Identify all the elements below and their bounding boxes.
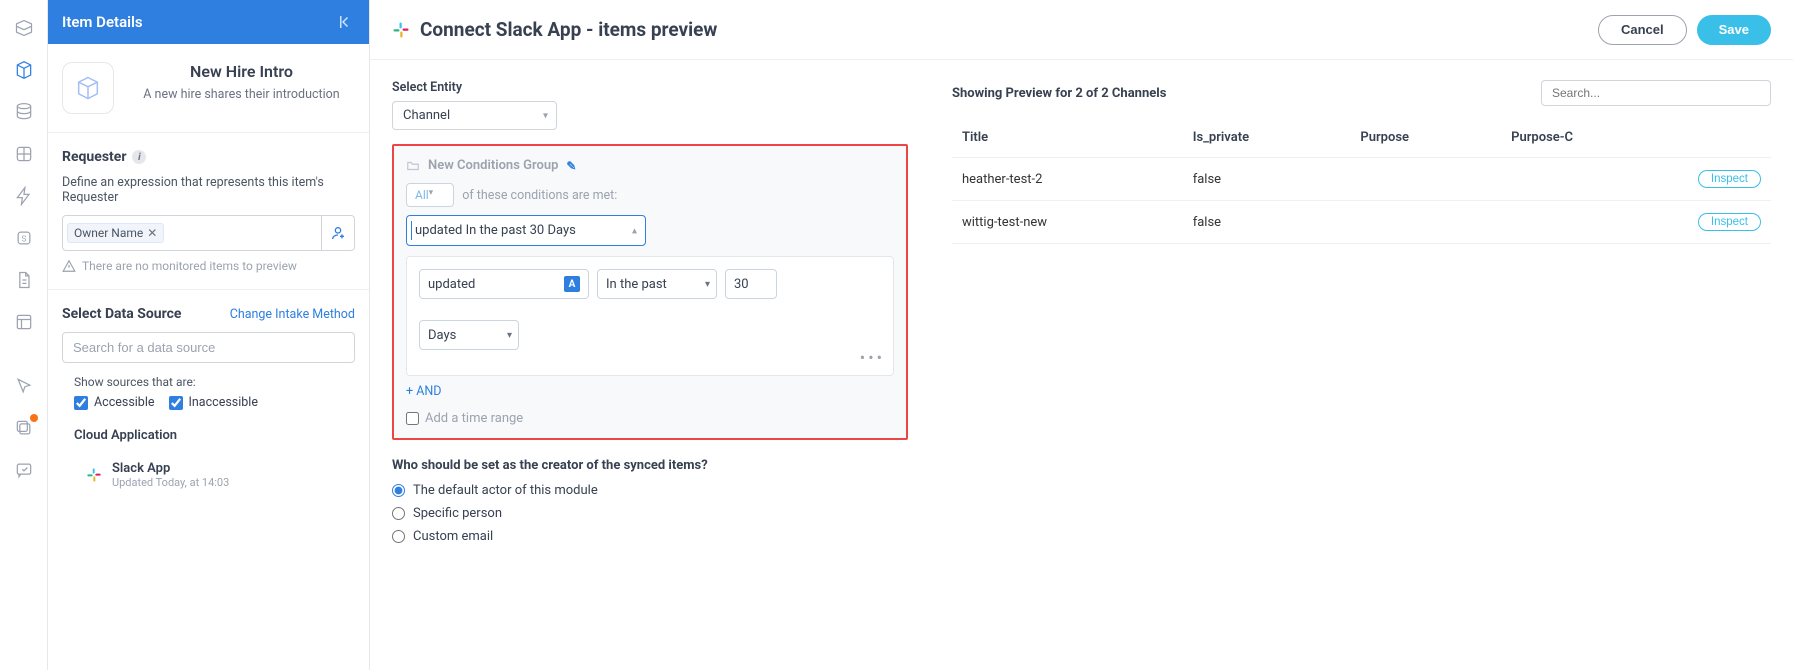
datasource-search-input[interactable]	[62, 332, 355, 363]
slack-icon	[392, 21, 410, 39]
inspect-button[interactable]: Inspect	[1698, 170, 1761, 188]
rail-item-layout[interactable]	[4, 302, 44, 342]
conditions-box: New Conditions Group ✎ All ▾ of these co…	[392, 144, 908, 440]
col-purpose-c[interactable]: Purpose-C	[1501, 118, 1681, 158]
more-icon[interactable]: •••	[860, 348, 885, 367]
datasource-title: Select Data Source	[62, 306, 181, 322]
config-panel: Select Entity Channel ▾ New Conditions G…	[370, 60, 930, 670]
add-and-link[interactable]: + AND	[406, 384, 441, 399]
rail-item-comment[interactable]	[4, 450, 44, 490]
rail-item-cube[interactable]	[4, 50, 44, 90]
page-title: Connect Slack App - items preview	[420, 18, 717, 41]
col-purpose[interactable]: Purpose	[1350, 118, 1501, 158]
table-row: wittig-test-new false Inspect	[952, 201, 1771, 244]
cloud-app-label[interactable]: Cloud Application	[62, 428, 355, 443]
chevron-down-icon: ▾	[507, 330, 512, 341]
operator-select[interactable]: In the past ▾	[597, 269, 717, 299]
datasource-section: Select Data Source Change Intake Method …	[48, 290, 369, 505]
condition-builder: updated A In the past ▾ 30 Days ▾	[406, 256, 894, 376]
requester-section: Requester i Define an expression that re…	[48, 133, 369, 290]
attr-field[interactable]: updated A	[419, 269, 589, 299]
radio-custom-email[interactable]: Custom email	[392, 529, 908, 544]
add-requester-button[interactable]	[321, 215, 355, 251]
ds-updated: Updated Today, at 14:03	[112, 476, 229, 489]
inspect-button[interactable]: Inspect	[1698, 213, 1761, 231]
inaccessible-checkbox[interactable]: Inaccessible	[169, 395, 258, 410]
table-row: heather-test-2 false Inspect	[952, 158, 1771, 201]
entity-select[interactable]: Channel ▾	[392, 101, 557, 130]
preview-search-input[interactable]	[1541, 80, 1771, 106]
radio-specific-person[interactable]: Specific person	[392, 506, 908, 521]
cond-suffix: of these conditions are met:	[462, 188, 617, 203]
chevron-up-icon: ▴	[632, 225, 637, 236]
sidebar-title: Item Details	[62, 13, 143, 31]
field-type-icon: A	[564, 276, 580, 292]
creator-question: Who should be set as the creator of the …	[392, 458, 908, 473]
info-icon[interactable]: i	[132, 150, 146, 164]
rail-item-grid[interactable]	[4, 134, 44, 174]
rail-item-cursor[interactable]	[4, 366, 44, 406]
unit-select[interactable]: Days ▾	[419, 320, 519, 350]
save-button[interactable]: Save	[1697, 15, 1771, 45]
requester-title: Requester	[62, 149, 126, 165]
main-header: Connect Slack App - items preview Cancel…	[370, 0, 1793, 60]
rail-item-s[interactable]: S	[4, 218, 44, 258]
group-name: New Conditions Group	[428, 158, 558, 173]
show-sources-label: Show sources that are:	[74, 375, 355, 389]
item-card: New Hire Intro A new hire shares their i…	[48, 44, 369, 133]
item-icon	[62, 62, 114, 114]
rail-item-doc[interactable]	[4, 260, 44, 300]
chevron-down-icon: ▾	[543, 110, 548, 121]
rail-item-bolt[interactable]	[4, 176, 44, 216]
sidebar-header: Item Details	[48, 0, 369, 44]
combinator-select[interactable]: All ▾	[406, 183, 454, 207]
radio-default-actor[interactable]: The default actor of this module	[392, 483, 908, 498]
accessible-checkbox[interactable]: Accessible	[74, 395, 155, 410]
requester-input[interactable]: Owner Name ✕	[62, 215, 322, 251]
chevron-down-icon: ▾	[705, 279, 710, 290]
slack-icon	[86, 467, 102, 483]
col-title[interactable]: Title	[952, 118, 1183, 158]
cancel-button[interactable]: Cancel	[1598, 15, 1687, 45]
item-title: New Hire Intro	[128, 62, 355, 81]
expression-select[interactable]: updated In the past 30 Days ▴	[406, 215, 646, 246]
chip-remove-icon[interactable]: ✕	[147, 226, 157, 240]
change-intake-link[interactable]: Change Intake Method	[230, 307, 355, 322]
rail-home-icon[interactable]	[4, 8, 44, 48]
number-input[interactable]: 30	[725, 269, 777, 299]
owner-chip[interactable]: Owner Name ✕	[67, 223, 164, 243]
sidebar: Item Details New Hire Intro A new hire s…	[48, 0, 370, 670]
item-subtitle: A new hire shares their introduction	[128, 87, 355, 102]
warn-row: There are no monitored items to preview	[62, 259, 355, 273]
nav-rail: S	[0, 0, 48, 670]
svg-text:S: S	[21, 234, 26, 244]
collapse-icon[interactable]	[337, 13, 355, 31]
preview-panel: Showing Preview for 2 of 2 Channels Titl…	[930, 60, 1793, 670]
rail-item-stack[interactable]	[4, 408, 44, 448]
col-is-private[interactable]: Is_private	[1183, 118, 1351, 158]
time-range-checkbox[interactable]: Add a time range	[406, 411, 894, 426]
preview-table: Title Is_private Purpose Purpose-C heath…	[952, 118, 1771, 244]
folder-icon	[406, 159, 420, 173]
slack-datasource[interactable]: Slack App Updated Today, at 14:03	[62, 461, 355, 489]
main: Connect Slack App - items preview Cancel…	[370, 0, 1793, 670]
requester-desc: Define an expression that represents thi…	[62, 175, 355, 205]
entity-label: Select Entity	[392, 80, 908, 95]
preview-title: Showing Preview for 2 of 2 Channels	[952, 86, 1166, 101]
rail-item-data[interactable]	[4, 92, 44, 132]
chevron-down-icon: ▾	[429, 188, 434, 202]
warn-text: There are no monitored items to preview	[82, 259, 297, 273]
edit-group-icon[interactable]: ✎	[566, 159, 576, 173]
ds-name: Slack App	[112, 461, 229, 476]
